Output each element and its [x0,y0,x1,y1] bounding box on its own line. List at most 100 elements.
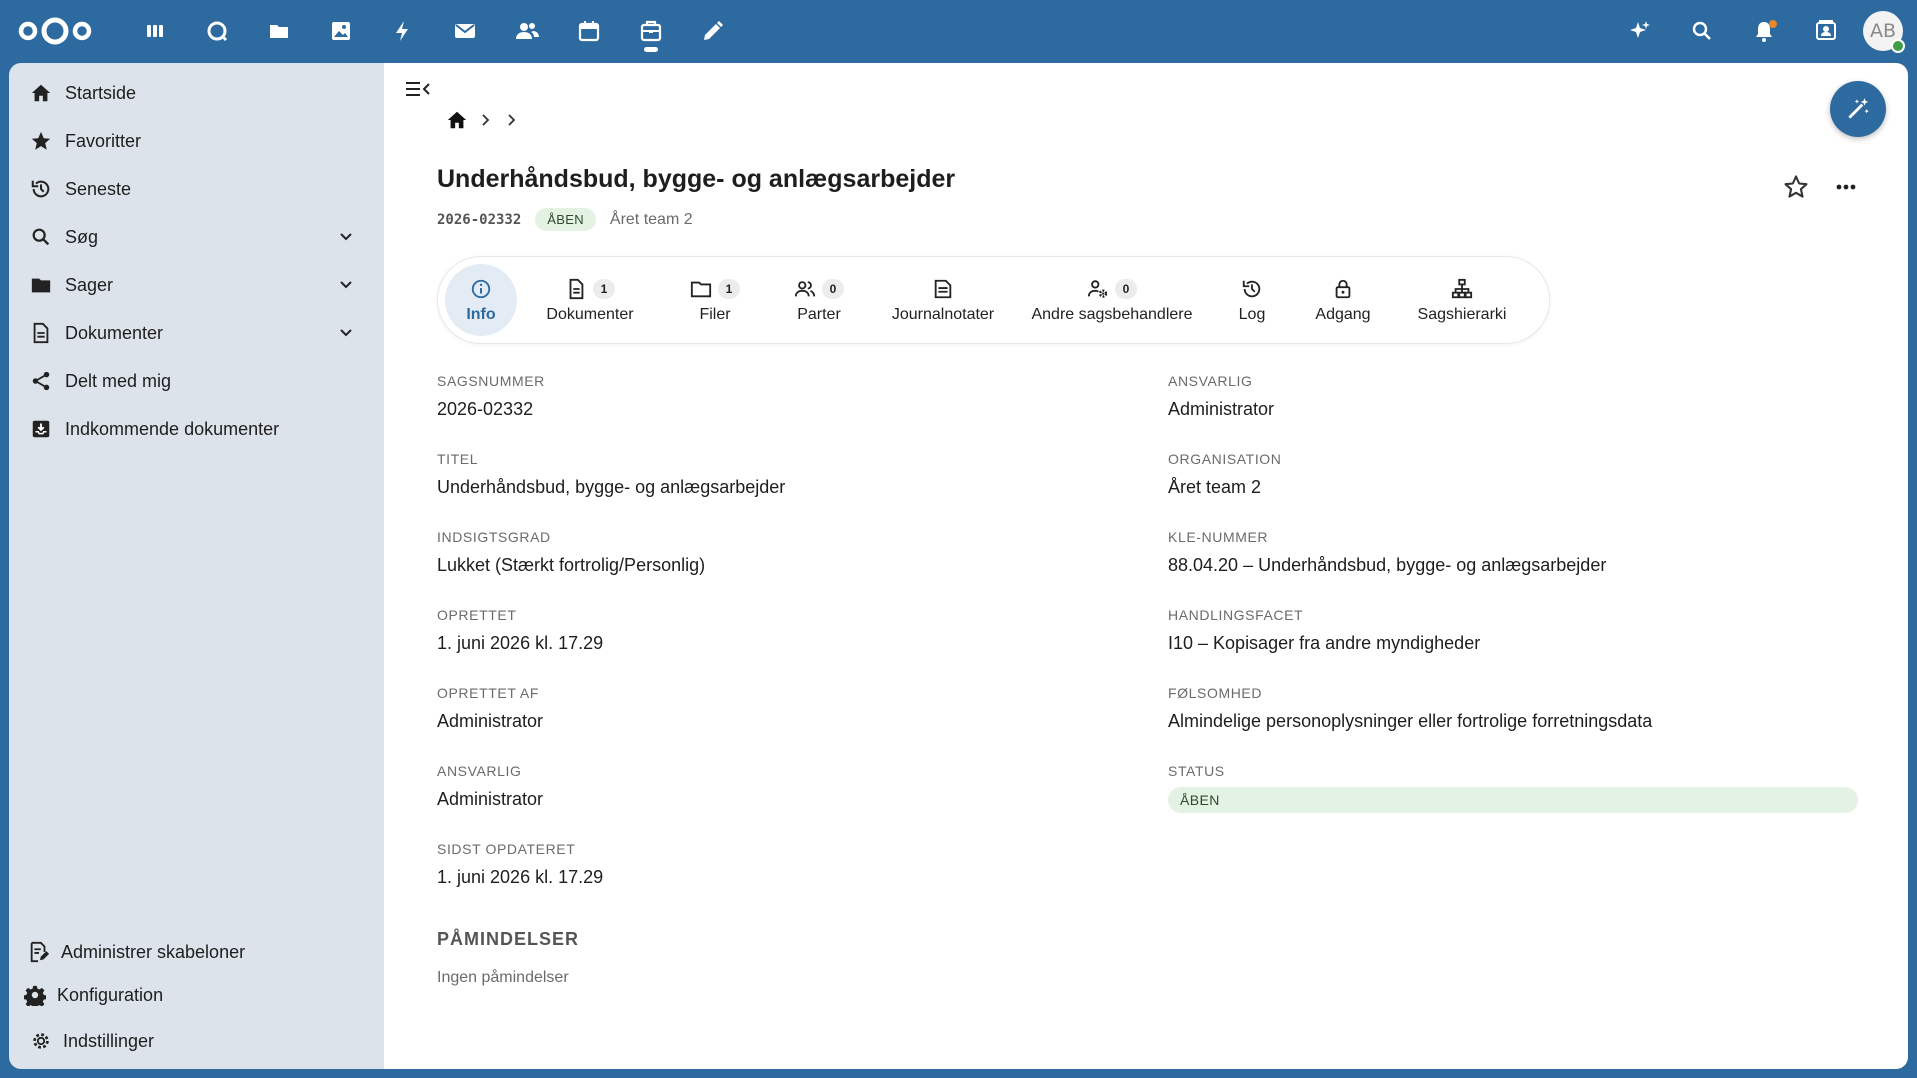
field-label: ORGANISATION [1168,451,1282,467]
field-label: SIDST OPDATERET [437,841,576,857]
field-label: STATUS [1168,763,1225,779]
field-sagsnummer: SAGSNUMMER 2026-02332 [437,373,545,420]
dashboard-icon[interactable] [124,0,186,62]
tab-label: Journalnotater [891,306,995,323]
organisation-meta: Året team 2 [609,210,693,228]
folder-outline-icon [690,281,712,298]
talk-icon[interactable] [186,0,248,62]
sidebar-item-label: Delt med mig [65,370,172,391]
contacts-menu-icon[interactable] [1795,0,1857,62]
history-icon [1242,280,1261,298]
contacts-icon[interactable] [496,0,558,62]
toggle-navigation-icon[interactable] [404,77,432,101]
chevron-right-icon [482,114,490,126]
folder-icon [29,273,53,297]
sidebar-item-delt-med-mig[interactable]: Delt med mig [19,360,374,402]
image-icon[interactable] [310,0,372,62]
tab-label: Log [1238,306,1266,323]
favorite-star-icon[interactable] [1782,173,1810,201]
tab-adgang[interactable]: Adgang [1298,264,1388,336]
field-status: STATUS ÅBEN [1168,763,1858,813]
field-label: SAGSNUMMER [437,373,545,389]
notification-dot [1769,20,1777,28]
field-ansvarlig: ANSVARLIG Administrator [437,763,543,810]
tab-dokumenter[interactable]: 1 Dokumenter [530,264,650,336]
chevron-down-icon[interactable] [336,275,356,295]
case-number: 2026-02332 [437,211,522,228]
online-status-indicator [1891,39,1905,53]
sidebar-item-seneste[interactable]: Seneste [19,168,374,210]
sidebar-item-label: Seneste [65,178,132,199]
search-icon[interactable] [1671,0,1733,62]
breadcrumb [446,109,520,131]
sidebar-item-sager[interactable]: Sager [19,264,374,306]
tab-parter[interactable]: 0 Parter [770,264,868,336]
sidebar-item-dokumenter[interactable]: Dokumenter [19,312,374,354]
tab-log[interactable]: Log [1216,264,1288,336]
people-icon [794,281,816,297]
sidebar-item-soeg[interactable]: Søg [19,216,374,258]
search-icon [29,225,53,249]
sidebar-item-startside[interactable]: Startside [19,72,374,114]
page-title: Underhåndsbud, bygge- og anlægsarbejder [437,165,956,193]
hierarchy-icon [1451,278,1473,299]
tab-info[interactable]: Info [445,264,517,336]
case-tabs: Info 1 Dokumenter 1 Filer 0 Parter Journ… [437,256,1550,344]
settings-link[interactable]: Indstillinger [17,1021,377,1061]
user-gear-icon [1087,280,1108,298]
chevron-down-icon[interactable] [336,323,356,343]
assistant-button[interactable] [1830,81,1886,137]
field-sidst-opdateret: SIDST OPDATERET 1. juni 2026 kl. 17.29 [437,841,603,888]
history-icon [29,177,53,201]
field-label: OPRETTET AF [437,685,540,701]
app-navigation: Startside Favoritter Seneste Søg Sager D… [9,63,384,1069]
user-avatar[interactable]: AB [1863,11,1905,53]
manage-templates-link[interactable]: Administrer skabeloner [17,932,377,972]
document-icon [569,278,584,300]
field-value: 88.04.20 – Underhåndsbud, bygge- og anlæ… [1168,555,1607,575]
tab-count: 1 [718,279,740,299]
field-value: Underhåndsbud, bygge- og anlægsarbejder [437,477,786,497]
lock-icon [1335,279,1351,299]
tab-label: Dokumenter [546,306,634,323]
field-indsigtsgrad: INDSIGTSGRAD Lukket (Stærkt fortrolig/Pe… [437,529,705,576]
field-oprettet: OPRETTET 1. juni 2026 kl. 17.29 [437,607,603,654]
calendar-icon[interactable] [558,0,620,62]
sidebar-item-favoritter[interactable]: Favoritter [19,120,374,162]
nextcloud-logo[interactable] [16,13,94,49]
field-value: 2026-02332 [437,399,534,419]
tab-filer[interactable]: 1 Filer [670,264,760,336]
briefcase-icon[interactable] [620,0,682,62]
more-actions-icon[interactable] [1832,173,1860,201]
folder-icon[interactable] [248,0,310,62]
configuration-link[interactable]: Konfiguration [17,975,377,1015]
tab-andre-sagsbehandlere[interactable]: 0 Andre sagsbehandlere [1022,264,1202,336]
tab-sagshierarki[interactable]: Sagshierarki [1400,264,1524,336]
notifications-bell-icon[interactable] [1733,0,1795,62]
tab-journalnotater[interactable]: Journalnotater [878,264,1008,336]
sidebar-item-label: Startside [65,82,137,103]
field-value: Administrator [1168,399,1275,419]
pencil-icon[interactable] [682,0,744,62]
lightning-icon[interactable] [372,0,434,62]
sidebar-item-label: Favoritter [65,130,142,151]
avatar-initials: AB [1869,20,1897,42]
settings-gear-icon [29,1029,53,1053]
mail-icon[interactable] [434,0,496,62]
field-label: ANSVARLIG [437,763,522,779]
chevron-right-icon [508,114,516,126]
star-icon [29,129,53,153]
manage-templates-label: Administrer skabeloner [61,941,246,962]
chevron-down-icon[interactable] [336,227,356,247]
sidebar-item-indkommende-dokumenter[interactable]: Indkommende dokumenter [19,408,374,450]
field-handlingsfacet: HANDLINGSFACET I10 – Kopisager fra andre… [1168,607,1480,654]
inbox-icon [29,417,53,441]
home-icon [29,81,53,105]
field-value: I10 – Kopisager fra andre myndigheder [1168,633,1481,653]
magic-wand-icon [1848,98,1869,119]
assistant-sparkle-icon[interactable] [1609,0,1671,62]
field-label: FØLSOMHED [1168,685,1263,701]
field-value: Året team 2 [1168,477,1262,497]
info-icon [471,279,491,299]
home-icon[interactable] [446,109,468,131]
